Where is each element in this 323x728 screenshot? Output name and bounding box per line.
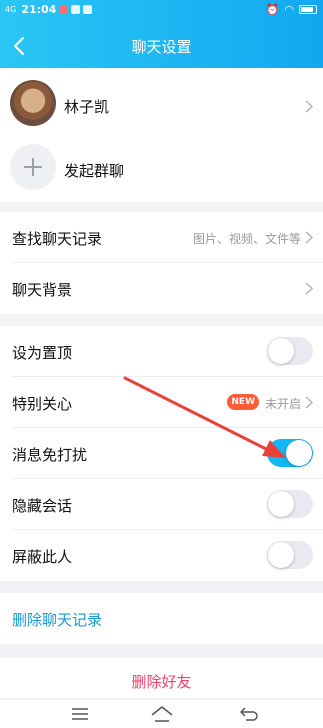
menu-icon[interactable] [72, 708, 88, 720]
block-user-row: 屏蔽此人 [0, 530, 323, 581]
pin-chat-row: 设为置顶 [0, 326, 323, 377]
do-not-disturb-toggle[interactable] [267, 439, 313, 467]
delete-friend-button[interactable]: 删除好友 [0, 658, 323, 698]
find-chat-history-label: 查找聊天记录 [12, 230, 103, 248]
pin-chat-toggle[interactable] [267, 337, 313, 365]
chevron-right-icon [305, 282, 313, 295]
delete-chat-history-label: 删除聊天记录 [12, 611, 103, 629]
chat-background-label: 聊天背景 [12, 281, 73, 299]
chat-content-section: 查找聊天记录 图片、视频、文件等 聊天背景 [0, 212, 323, 314]
find-chat-history-row[interactable]: 查找聊天记录 图片、视频、文件等 [0, 212, 323, 263]
find-chat-history-hint: 图片、视频、文件等 [192, 232, 301, 246]
network-indicator: 4G [5, 5, 17, 14]
hide-chat-toggle[interactable] [267, 490, 313, 518]
system-nav-bar [0, 700, 323, 728]
status-bar: 4G 21:04 ⏰ ◠ [0, 0, 323, 20]
alarm-icon: ⏰ [265, 3, 280, 16]
block-user-label: 屏蔽此人 [12, 548, 73, 566]
special-care-row[interactable]: 特别关心 NEW 未开启 [0, 377, 323, 428]
do-not-disturb-row: 消息免打扰 [0, 428, 323, 479]
delete-friend-label: 删除好友 [131, 673, 192, 691]
delete-chat-history-button[interactable]: 删除聊天记录 [0, 593, 323, 644]
notification-icon [83, 5, 93, 14]
avatar[interactable] [10, 80, 56, 126]
hide-chat-label: 隐藏会话 [12, 497, 73, 515]
special-care-label: 特别关心 [12, 395, 73, 413]
chevron-right-icon [305, 100, 313, 113]
notification-icon [71, 5, 81, 14]
status-time: 21:04 [21, 3, 57, 16]
home-icon[interactable] [151, 706, 173, 722]
back-icon[interactable] [240, 707, 258, 721]
plus-icon[interactable] [10, 144, 56, 190]
battery-icon [299, 5, 317, 14]
pin-chat-label: 设为置顶 [12, 344, 73, 362]
new-badge: NEW [227, 394, 259, 410]
page-title: 聊天设置 [131, 38, 192, 56]
start-group-chat-label: 发起群聊 [64, 162, 125, 180]
chevron-right-icon [305, 396, 313, 409]
notification-icon [59, 5, 69, 14]
hide-chat-row: 隐藏会话 [0, 479, 323, 530]
chat-options-section: 设为置顶 特别关心 NEW 未开启 消息免打扰 隐藏会话 屏蔽此人 [0, 326, 323, 581]
chevron-right-icon [305, 231, 313, 244]
profile-name: 林子凯 [64, 98, 110, 116]
header-bar: 4G 21:04 ⏰ ◠ 聊天设置 [0, 0, 323, 68]
block-user-toggle[interactable] [267, 541, 313, 569]
chat-background-row[interactable]: 聊天背景 [0, 263, 323, 314]
wifi-icon: ◠ [284, 3, 294, 16]
special-care-status: 未开启 [264, 397, 301, 411]
do-not-disturb-label: 消息免打扰 [12, 446, 88, 464]
